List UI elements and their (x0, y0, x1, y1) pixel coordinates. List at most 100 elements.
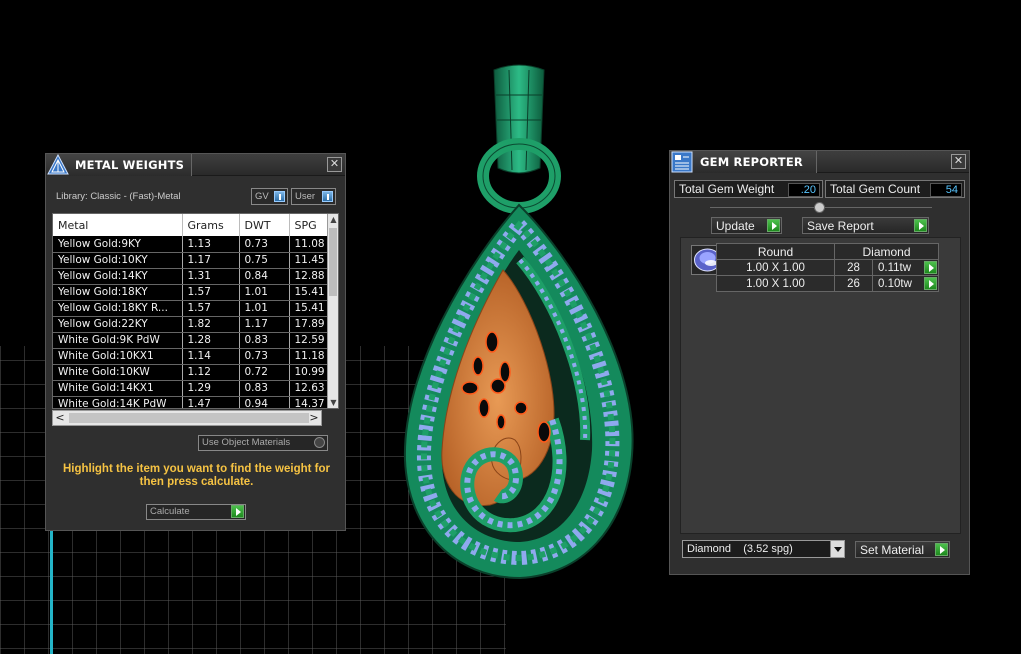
gem-count-cell: 28 (834, 259, 873, 276)
col-grams[interactable]: Grams (182, 214, 240, 236)
radio-icon (314, 437, 325, 448)
row-arrow-icon[interactable] (924, 277, 937, 290)
cell-metal: White Gold:9K PdW (53, 332, 183, 349)
table-row[interactable]: Yellow Gold:22KY 1.82 1.17 17.89 (53, 316, 334, 333)
gem-weight-cell: 0.10tw (872, 275, 939, 292)
cell-dwt: 0.84 (239, 268, 290, 285)
metal-weights-close-icon[interactable]: ✕ (327, 157, 342, 172)
cell-grams: 1.82 (182, 316, 240, 333)
cell-dwt: 0.83 (239, 332, 290, 349)
table-row[interactable]: Yellow Gold:14KY 1.31 0.84 12.88 (53, 268, 334, 285)
gem-list-area: Round Diamond 1.00 X 1.00 28 0.11tw 1.00… (680, 237, 961, 534)
cell-grams: 1.28 (182, 332, 240, 349)
table-row[interactable]: Yellow Gold:9KY 1.13 0.73 11.08 (53, 236, 334, 253)
cell-dwt: 1.01 (239, 300, 290, 317)
row-arrow-icon[interactable] (924, 261, 937, 274)
cell-metal: Yellow Gold:18KY (53, 284, 183, 301)
table-row[interactable]: Yellow Gold:18KY 1.57 1.01 15.41 (53, 284, 334, 301)
use-object-materials-label: Use Object Materials (202, 437, 291, 448)
scroll-up-icon[interactable]: ▲ (329, 215, 338, 225)
scroll-left-icon[interactable]: < (53, 411, 67, 425)
scroll-down-icon[interactable]: ▼ (329, 398, 338, 408)
table-row[interactable]: White Gold:10KW 1.12 0.72 10.99 (53, 364, 334, 381)
vertical-scroll-thumb[interactable] (329, 228, 337, 296)
save-report-button[interactable]: Save Report (802, 217, 929, 234)
calculate-label: Calculate (150, 506, 190, 517)
table-row[interactable]: Yellow Gold:10KY 1.17 0.75 11.45 (53, 252, 334, 269)
gem-weight-text: 0.10tw (878, 277, 912, 290)
cell-metal: White Gold:10KW (53, 364, 183, 381)
play-arrow-icon (935, 543, 948, 556)
instruction-text: Highlight the item you want to find the … (62, 463, 331, 488)
pendant-model[interactable] (403, 64, 634, 580)
update-button[interactable]: Update (711, 217, 782, 234)
collapse-arrow-icon[interactable] (814, 202, 825, 213)
gem-size-cell: 1.00 X 1.00 (716, 275, 835, 292)
gem-reporter-close-icon[interactable]: ✕ (951, 154, 966, 169)
cell-metal: White Gold:10KX1 (53, 348, 183, 365)
play-arrow-icon (231, 505, 244, 518)
metal-table-header: Metal Grams DWT SPG (53, 214, 334, 236)
cell-metal: Yellow Gold:14KY (53, 268, 183, 285)
cell-metal: Yellow Gold:10KY (53, 252, 183, 269)
total-gem-count-label: Total Gem Count (830, 182, 921, 196)
gem-count-cell: 26 (834, 275, 873, 292)
horizontal-scroll-thumb[interactable] (69, 413, 309, 423)
col-dwt[interactable]: DWT (239, 214, 290, 236)
cell-dwt: 0.75 (239, 252, 290, 269)
col-metal[interactable]: Metal (53, 214, 183, 236)
calculate-button[interactable]: Calculate (146, 504, 246, 520)
scroll-right-icon[interactable]: > (307, 411, 321, 425)
metal-weights-titlebar[interactable]: METAL WEIGHTS ✕ (46, 154, 345, 176)
cell-metal: White Gold:14K PdW (53, 396, 183, 408)
gem-grid-header: Round Diamond (716, 243, 939, 260)
table-row[interactable]: Yellow Gold:18KY R... 1.57 1.01 15.41 (53, 300, 334, 317)
cell-grams: 1.57 (182, 300, 240, 317)
material-select[interactable]: Diamond (3.52 spg) (682, 540, 845, 558)
gem-size-cell: 1.00 X 1.00 (716, 259, 835, 276)
set-material-button[interactable]: Set Material (855, 541, 950, 558)
gem-material-header: Diamond (834, 243, 939, 260)
play-arrow-icon (914, 219, 927, 232)
chevron-down-icon (830, 541, 844, 557)
metal-weights-panel: METAL WEIGHTS ✕ Library: Classic - (Fast… (45, 153, 346, 531)
metal-table-horizontal-scrollbar[interactable]: < > (52, 410, 322, 426)
table-row[interactable]: 1.00 X 1.00 28 0.11tw (716, 259, 939, 276)
table-row[interactable]: White Gold:14KX1 1.29 0.83 12.63 (53, 380, 334, 397)
cell-dwt: 0.73 (239, 236, 290, 253)
total-gem-count-field: Total Gem Count 54 (825, 180, 965, 198)
use-object-materials-toggle[interactable]: Use Object Materials (198, 435, 328, 451)
gem-grid: Round Diamond 1.00 X 1.00 28 0.11tw 1.00… (716, 243, 939, 292)
gem-shape-header: Round (716, 243, 835, 260)
user-info-icon (322, 191, 333, 202)
total-gem-weight-value: .20 (788, 183, 820, 197)
gem-reporter-app-icon (671, 151, 693, 173)
table-row[interactable]: 1.00 X 1.00 26 0.10tw (716, 275, 939, 292)
set-material-label: Set Material (860, 543, 925, 557)
user-toggle-label: User (295, 191, 316, 202)
cell-metal: Yellow Gold:18KY R... (53, 300, 183, 317)
table-row[interactable]: White Gold:10KX1 1.14 0.73 11.18 (53, 348, 334, 365)
update-label: Update (716, 219, 755, 233)
cell-dwt: 0.73 (239, 348, 290, 365)
table-row[interactable]: White Gold:9K PdW 1.28 0.83 12.59 (53, 332, 334, 349)
metal-table[interactable]: Metal Grams DWT SPG Yellow Gold:9KY 1.13 0… (52, 213, 339, 409)
metal-table-vertical-scrollbar[interactable]: ▲ ▼ (327, 214, 338, 408)
total-gem-count-value: 54 (930, 183, 962, 197)
cell-dwt: 0.94 (239, 396, 290, 408)
user-toggle[interactable]: User (291, 188, 336, 205)
library-label: Library: Classic - (Fast)-Metal (56, 191, 181, 202)
play-arrow-icon (767, 219, 780, 232)
gem-weight-text: 0.11tw (878, 261, 912, 274)
gv-info-icon (274, 191, 285, 202)
table-row[interactable]: White Gold:14K PdW 1.47 0.94 14.37 (53, 396, 334, 408)
save-report-label: Save Report (807, 219, 874, 233)
gv-toggle[interactable]: GV (251, 188, 288, 205)
gem-reporter-titlebar[interactable]: GEM REPORTER ✕ (670, 151, 969, 173)
material-select-value: Diamond (3.52 spg) (687, 543, 793, 555)
cell-grams: 1.17 (182, 252, 240, 269)
metal-weights-app-icon (47, 154, 69, 175)
cell-grams: 1.57 (182, 284, 240, 301)
cell-metal: Yellow Gold:9KY (53, 236, 183, 253)
cell-metal: White Gold:14KX1 (53, 380, 183, 397)
